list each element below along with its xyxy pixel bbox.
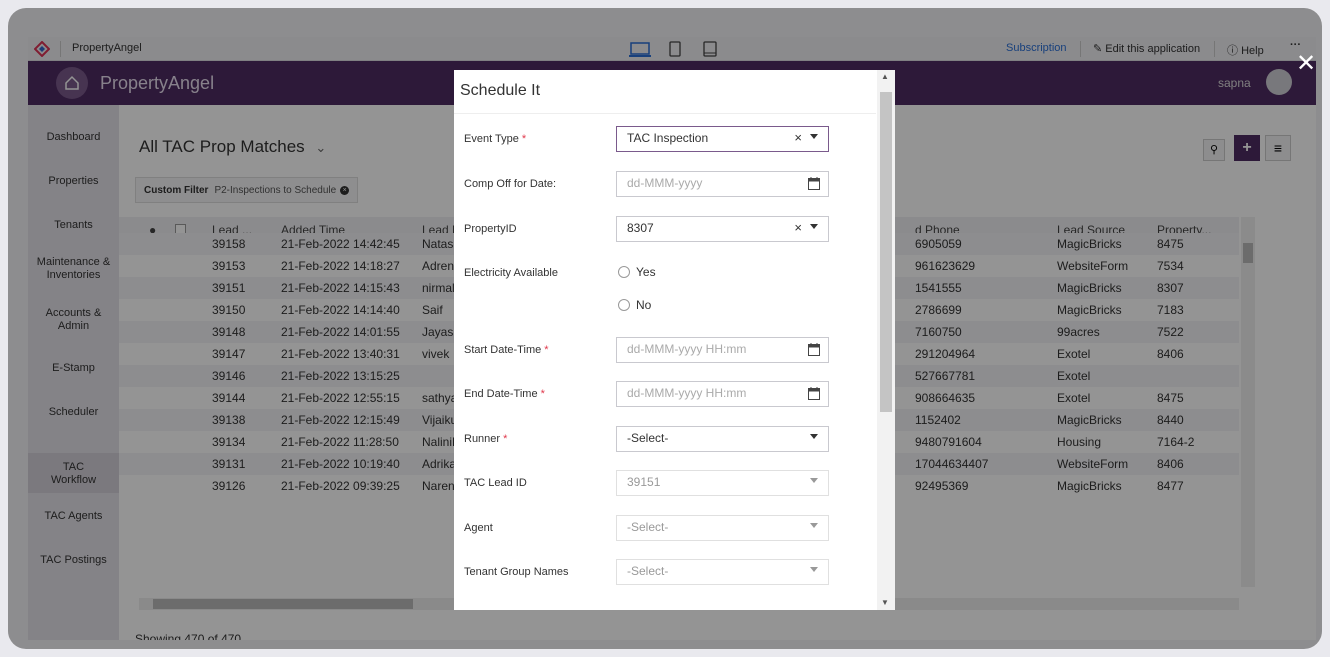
- dialog-header: Schedule It: [454, 70, 876, 114]
- schedule-dialog: Schedule It ▲ ▼ Event Type * TAC Inspect…: [454, 70, 895, 610]
- agent-label: Agent: [464, 522, 493, 534]
- property-id-select[interactable]: 8307 ×: [616, 216, 829, 242]
- radio-circle: [618, 299, 630, 311]
- scroll-up-icon[interactable]: ▲: [881, 72, 889, 81]
- browser-frame: PropertyAngel Subscription ✎ Edit this a…: [8, 8, 1322, 649]
- tac-lead-select[interactable]: 39151: [616, 470, 829, 496]
- tac-lead-value: 39151: [627, 475, 661, 489]
- radio-label: No: [636, 298, 652, 312]
- start-placeholder: dd-MMM-yyyy HH:mm: [627, 342, 747, 356]
- radio-label: Yes: [636, 265, 656, 279]
- runner-select[interactable]: -Select-: [616, 426, 829, 452]
- runner-value: -Select-: [627, 431, 669, 445]
- comp-off-label: Comp Off for Date:: [464, 178, 557, 190]
- tenant-group-select[interactable]: -Select-: [616, 559, 829, 585]
- radio-circle: [618, 266, 630, 278]
- event-type-label: Event Type *: [464, 133, 527, 145]
- event-type-value: TAC Inspection: [627, 131, 709, 145]
- tac-lead-label: TAC Lead ID: [464, 477, 527, 489]
- end-placeholder: dd-MMM-yyyy HH:mm: [627, 386, 747, 400]
- tenant-group-label: Tenant Group Names: [464, 566, 569, 578]
- calendar-icon[interactable]: [808, 343, 820, 356]
- start-datetime-input[interactable]: dd-MMM-yyyy HH:mm: [616, 337, 829, 363]
- clear-icon[interactable]: ×: [794, 130, 802, 145]
- chevron-down-icon: [810, 567, 818, 572]
- electricity-yes-radio[interactable]: Yes: [618, 265, 656, 279]
- dialog-title: Schedule It: [460, 82, 541, 99]
- end-datetime-input[interactable]: dd-MMM-yyyy HH:mm: [616, 381, 829, 407]
- chevron-down-icon: [810, 434, 818, 439]
- scroll-down-icon[interactable]: ▼: [881, 598, 889, 607]
- scroll-thumb[interactable]: [880, 92, 892, 412]
- tenant-group-value: -Select-: [627, 564, 669, 578]
- calendar-icon[interactable]: [808, 177, 820, 190]
- chevron-down-icon: [810, 134, 818, 139]
- clear-icon[interactable]: ×: [794, 220, 802, 235]
- runner-label: Runner *: [464, 433, 508, 445]
- close-icon[interactable]: ✕: [1296, 52, 1316, 76]
- electricity-no-radio[interactable]: No: [618, 298, 651, 312]
- electricity-label: Electricity Available: [464, 267, 558, 279]
- comp-off-placeholder: dd-MMM-yyyy: [627, 176, 703, 190]
- calendar-icon[interactable]: [808, 387, 820, 400]
- chevron-down-icon: [810, 478, 818, 483]
- end-datetime-label: End Date-Time *: [464, 388, 545, 400]
- agent-select[interactable]: -Select-: [616, 515, 829, 541]
- chevron-down-icon: [810, 224, 818, 229]
- chevron-down-icon: [810, 523, 818, 528]
- property-id-value: 8307: [627, 221, 654, 235]
- comp-off-date-input[interactable]: dd-MMM-yyyy: [616, 171, 829, 197]
- start-datetime-label: Start Date-Time *: [464, 344, 549, 356]
- agent-value: -Select-: [627, 520, 669, 534]
- dialog-scrollbar[interactable]: ▲ ▼: [877, 70, 895, 610]
- property-id-label: PropertyID: [464, 223, 517, 235]
- event-type-select[interactable]: TAC Inspection ×: [616, 126, 829, 152]
